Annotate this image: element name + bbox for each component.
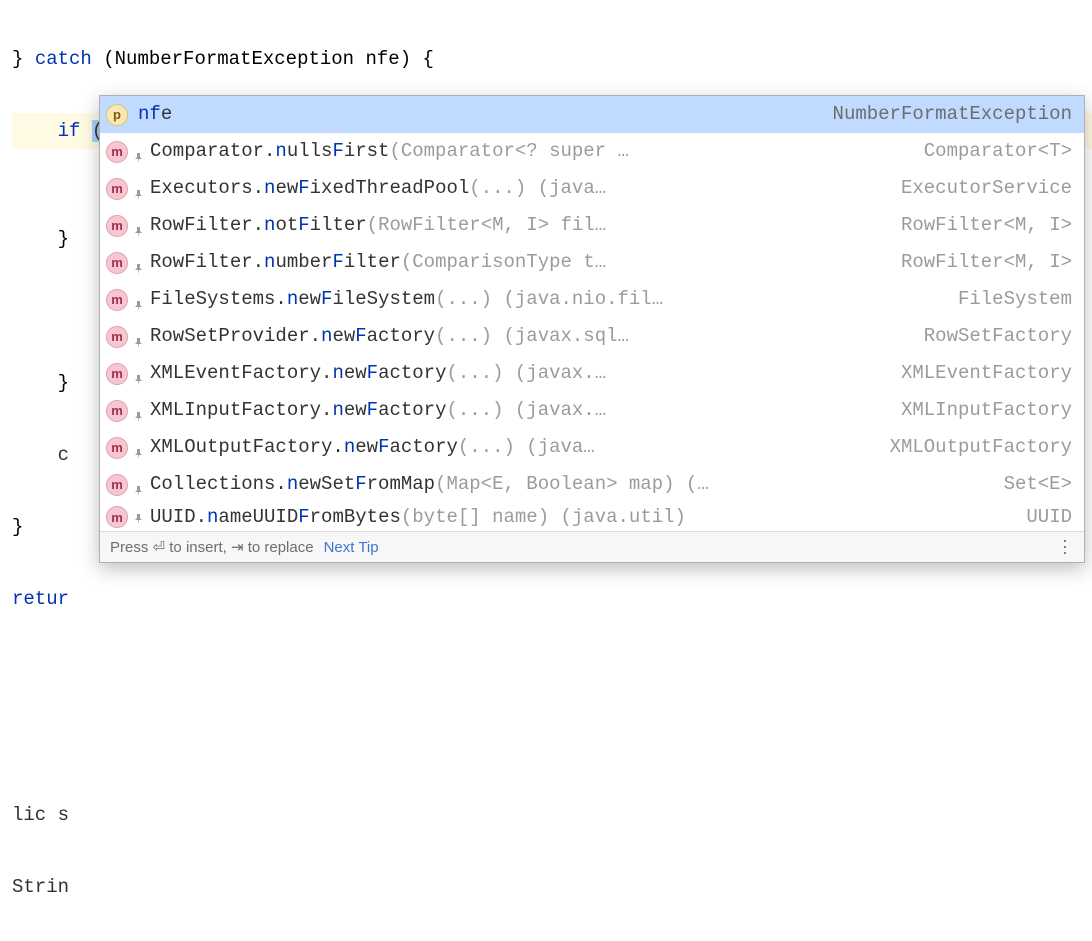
completion-return-type: RowSetFactory: [924, 322, 1072, 351]
method-icon: m: [106, 400, 128, 422]
completion-item[interactable]: m XMLOutputFactory.newFactory(...) (java……: [100, 429, 1084, 466]
completion-item[interactable]: pnfe NumberFormatException: [100, 96, 1084, 133]
completion-item[interactable]: m FileSystems.newFileSystem(...) (java.ni…: [100, 281, 1084, 318]
method-icon: m: [106, 326, 128, 348]
method-icon: m: [106, 215, 128, 237]
completion-label: XMLEventFactory.newFactory(...) (javax.…: [150, 359, 606, 388]
completion-item[interactable]: m XMLEventFactory.newFactory(...) (javax.…: [100, 355, 1084, 392]
pin-icon: [134, 449, 144, 459]
pin-icon: [134, 514, 144, 524]
method-icon: m: [106, 289, 128, 311]
code-line: } catch (NumberFormatException nfe) {: [12, 41, 1092, 77]
completion-item[interactable]: m XMLInputFactory.newFactory(...) (javax.…: [100, 392, 1084, 429]
method-icon: m: [106, 363, 128, 385]
completion-return-type: Set<E>: [1004, 470, 1072, 499]
completion-popup: pnfe NumberFormatException m Comparator.nul…: [99, 95, 1085, 563]
completion-label: FileSystems.newFileSystem(...) (java.nio…: [150, 285, 663, 314]
completion-return-type: ExecutorService: [901, 174, 1072, 203]
completion-label: Comparator.nullsFirst(Comparator<? super…: [150, 137, 629, 166]
completion-item[interactable]: m UUID.nameUUIDFromBytes(byte[] name) (ja…: [100, 503, 1084, 531]
completion-label: XMLOutputFactory.newFactory(...) (java…: [150, 433, 595, 462]
method-icon: m: [106, 506, 128, 528]
footer-text: Press ⏎ to insert, ⇥ to replace: [110, 538, 314, 557]
completion-label: XMLInputFactory.newFactory(...) (javax.…: [150, 396, 606, 425]
code-line: retur: [12, 581, 1092, 617]
completion-item[interactable]: m RowSetProvider.newFactory(...) (javax.s…: [100, 318, 1084, 355]
completion-label: RowFilter.numberFilter(ComparisonType t…: [150, 248, 606, 277]
completion-label: RowFilter.notFilter(RowFilter<M, I> fil…: [150, 211, 606, 240]
code-line: [12, 653, 1092, 689]
completion-item[interactable]: m RowFilter.numberFilter(ComparisonType t…: [100, 244, 1084, 281]
pin-icon: [134, 301, 144, 311]
parameter-icon: p: [106, 104, 128, 126]
code-line: lic s: [12, 797, 1092, 833]
pin-icon: [134, 412, 144, 422]
next-tip-link[interactable]: Next Tip: [324, 539, 379, 556]
code-line: Strin: [12, 869, 1092, 905]
completion-return-type: Comparator<T>: [924, 137, 1072, 166]
method-icon: m: [106, 474, 128, 496]
completion-return-type: FileSystem: [958, 285, 1072, 314]
method-icon: m: [106, 178, 128, 200]
completion-footer: Press ⏎ to insert, ⇥ to replace Next Tip…: [100, 531, 1084, 562]
pin-icon: [134, 338, 144, 348]
completion-label: Collections.newSetFromMap(Map<E, Boolean…: [150, 470, 709, 499]
method-icon: m: [106, 437, 128, 459]
completion-label: Executors.newFixedThreadPool(...) (java…: [150, 174, 606, 203]
completion-item[interactable]: m RowFilter.notFilter(RowFilter<M, I> fil…: [100, 207, 1084, 244]
pin-icon: [134, 264, 144, 274]
pin-icon: [134, 227, 144, 237]
pin-icon: [134, 190, 144, 200]
completion-return-type: XMLInputFactory: [901, 396, 1072, 425]
completion-return-type: XMLOutputFactory: [890, 433, 1072, 462]
completion-label: UUID.nameUUIDFromBytes(byte[] name) (jav…: [150, 503, 686, 531]
completion-label: RowSetProvider.newFactory(...) (javax.sq…: [150, 322, 629, 351]
completion-label: nfe: [138, 100, 172, 129]
pin-icon: [134, 153, 144, 163]
completion-return-type: RowFilter<M, I>: [901, 248, 1072, 277]
completion-item[interactable]: m Comparator.nullsFirst(Comparator<? supe…: [100, 133, 1084, 170]
method-icon: m: [106, 141, 128, 163]
method-icon: m: [106, 252, 128, 274]
more-options-icon[interactable]: ⋯: [1054, 538, 1075, 557]
completion-return-type: RowFilter<M, I>: [901, 211, 1072, 240]
completion-return-type: NumberFormatException: [833, 100, 1072, 129]
completion-return-type: UUID: [1026, 503, 1072, 531]
completion-return-type: XMLEventFactory: [901, 359, 1072, 388]
pin-icon: [134, 375, 144, 385]
completion-item[interactable]: m Collections.newSetFromMap(Map<E, Boolea…: [100, 466, 1084, 503]
completion-item[interactable]: m Executors.newFixedThreadPool(...) (java…: [100, 170, 1084, 207]
completion-list[interactable]: pnfe NumberFormatException m Comparator.nul…: [100, 96, 1084, 531]
pin-icon: [134, 486, 144, 496]
code-line: [12, 725, 1092, 761]
